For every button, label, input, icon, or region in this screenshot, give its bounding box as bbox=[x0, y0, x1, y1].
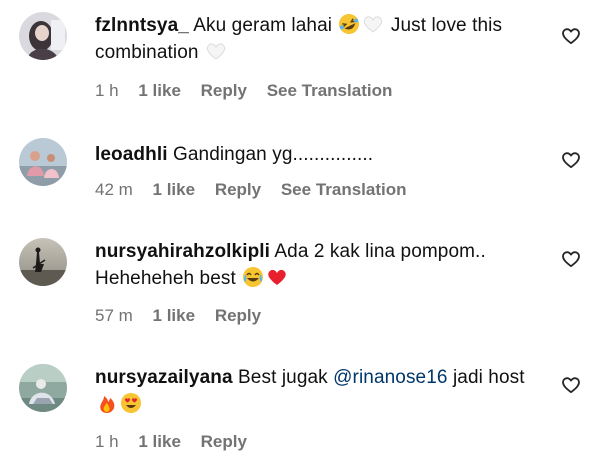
reply-button[interactable]: Reply bbox=[201, 432, 247, 451]
heart-outline-icon[interactable] bbox=[561, 249, 581, 269]
comment-meta: 1 h 1 like Reply bbox=[95, 432, 262, 452]
avatar[interactable] bbox=[19, 12, 67, 60]
comment-username[interactable]: nursyazailyana bbox=[95, 367, 233, 388]
red-heart-emoji bbox=[266, 266, 288, 288]
reply-button[interactable]: Reply bbox=[215, 306, 261, 325]
face-with-tears-of-joy-emoji bbox=[242, 266, 264, 288]
heart-outline-icon[interactable] bbox=[561, 150, 581, 170]
comment-likes-count[interactable]: 1 like bbox=[138, 81, 181, 100]
comment-timestamp[interactable]: 1 h bbox=[95, 81, 119, 100]
comment-meta: 1 h 1 like Reply See Translation bbox=[95, 81, 407, 101]
comment-meta: 42 m 1 like Reply See Translation bbox=[95, 180, 422, 200]
comment-timestamp[interactable]: 57 m bbox=[95, 306, 133, 325]
comment-meta: 57 m 1 like Reply bbox=[95, 306, 276, 326]
comment-text: nursyahirahzolkipli Ada 2 kak lina pompo… bbox=[95, 238, 535, 292]
white-heart-emoji bbox=[362, 13, 384, 35]
avatar[interactable] bbox=[19, 364, 67, 412]
comment-likes-count[interactable]: 1 like bbox=[138, 432, 181, 451]
comment-timestamp[interactable]: 42 m bbox=[95, 180, 133, 199]
comment-text: fzlnntsya_ Aku geram lahai Just love thi… bbox=[95, 12, 535, 66]
reply-button[interactable]: Reply bbox=[201, 81, 247, 100]
heart-outline-icon[interactable] bbox=[561, 26, 581, 46]
white-heart-emoji bbox=[205, 40, 227, 62]
avatar[interactable] bbox=[19, 238, 67, 286]
avatar[interactable] bbox=[19, 138, 67, 186]
comment-likes-count[interactable]: 1 like bbox=[153, 180, 196, 199]
fire-emoji bbox=[96, 392, 118, 414]
see-translation-button[interactable]: See Translation bbox=[267, 81, 393, 100]
comment-username[interactable]: nursyahirahzolkipli bbox=[95, 241, 270, 262]
comment-text: leoadhli Gandingan yg............... bbox=[95, 141, 535, 168]
comment-username[interactable]: fzlnntsya_ bbox=[95, 15, 189, 36]
see-translation-button[interactable]: See Translation bbox=[281, 180, 407, 199]
comment-message: Best jugak bbox=[238, 367, 328, 388]
reply-button[interactable]: Reply bbox=[215, 180, 261, 199]
heart-outline-icon[interactable] bbox=[561, 375, 581, 395]
comment-timestamp[interactable]: 1 h bbox=[95, 432, 119, 451]
user-mention-link[interactable]: @rinanose16 bbox=[333, 367, 447, 388]
rolling-on-floor-laughing-emoji bbox=[338, 13, 360, 35]
comment-username[interactable]: leoadhli bbox=[95, 144, 168, 165]
comment-message: Aku geram lahai bbox=[193, 15, 333, 36]
comment-message: Gandingan yg............... bbox=[172, 144, 374, 165]
comment-likes-count[interactable]: 1 like bbox=[153, 306, 196, 325]
comment-text: nursyazailyana Best jugak @rinanose16 ja… bbox=[95, 364, 535, 418]
comment-message-continued: jadi host bbox=[452, 367, 525, 388]
smiling-face-with-heart-eyes-emoji bbox=[120, 392, 142, 414]
